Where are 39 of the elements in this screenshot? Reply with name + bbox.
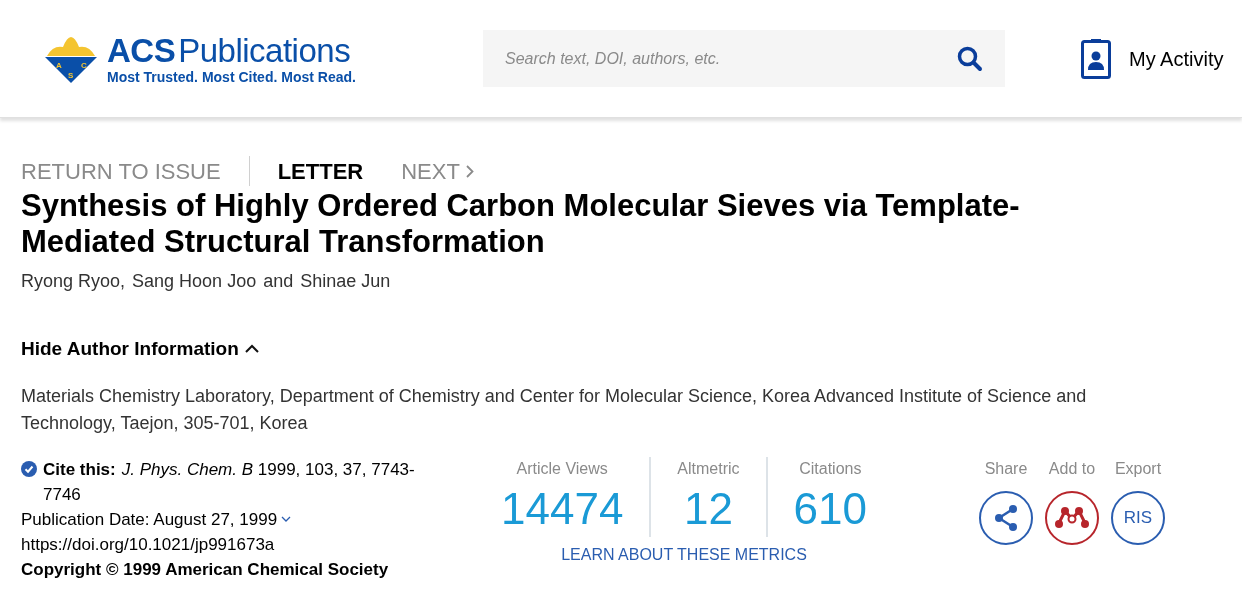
check-badge-icon (21, 460, 37, 477)
metric-label: Article Views (516, 458, 608, 479)
search-field[interactable]: Search text, DOI, authors, etc. (483, 30, 1005, 87)
metric-value: 14474 (501, 482, 624, 535)
logo-tagline: Most Trusted. Most Cited. Most Read. (107, 69, 356, 84)
citation-text: Cite this: J. Phys. Chem. B 1999, 103, 37, 7743-7746 (43, 458, 416, 506)
chevron-right-icon[interactable] (465, 164, 474, 178)
logo-wordmark: Publications (178, 33, 351, 67)
search-input[interactable]: Search text, DOI, authors, etc. (505, 46, 957, 71)
my-activity-link[interactable]: My Activity (1129, 43, 1224, 74)
metrics-link[interactable]: LEARN ABOUT THESE METRICS (561, 542, 807, 567)
author-link[interactable]: Sang Hoon Joo (132, 268, 257, 295)
logo-wordmark: ACS (107, 33, 176, 67)
add-to-button[interactable] (1045, 490, 1099, 545)
article-type-tab[interactable]: LETTER (277, 154, 364, 188)
author-info-toggle[interactable]: Hide Author Information (21, 335, 239, 364)
author-link[interactable]: Shinae Jun (300, 268, 391, 295)
conjunction-text: and (263, 270, 294, 293)
action-label: Add to (1048, 458, 1096, 479)
action-label: Share (984, 458, 1028, 479)
copyright-text: Copyright © 1999 American Chemical Society (21, 559, 389, 579)
chevron-icon[interactable] (244, 344, 259, 355)
export-button[interactable]: RIS (1111, 490, 1165, 545)
id-badge-icon[interactable] (1081, 38, 1111, 79)
metric-label: Altmetric (677, 458, 740, 479)
metric-label: Citations (799, 458, 862, 479)
search-icon[interactable] (957, 45, 983, 72)
network-icon (1055, 506, 1089, 529)
article-title: Synthesis of Highly Ordered Carbon Molecular Sieves via Template-Mediated Structural Transformation (21, 188, 1021, 260)
share-button[interactable] (979, 490, 1033, 545)
affiliation-text: Materials Chemistry Laboratory, Department of Chemistry and Center for Molecular Science, Korea Advanced Institute of Science and Technology, Taejon, 305-701, Korea (21, 384, 1088, 435)
publication-date: Publication Date: August 27, 1999 (21, 508, 278, 531)
action-label: Export (1114, 458, 1162, 479)
author-link[interactable]: Ryong Ryoo, (21, 268, 126, 295)
metric-value: 12 (684, 482, 733, 535)
metric-value: 610 (793, 482, 867, 535)
doi-link[interactable]: https://doi.org/10.1021/jp991673a (21, 534, 275, 554)
share-icon (992, 503, 1020, 532)
chevron-down-icon[interactable] (281, 515, 292, 523)
